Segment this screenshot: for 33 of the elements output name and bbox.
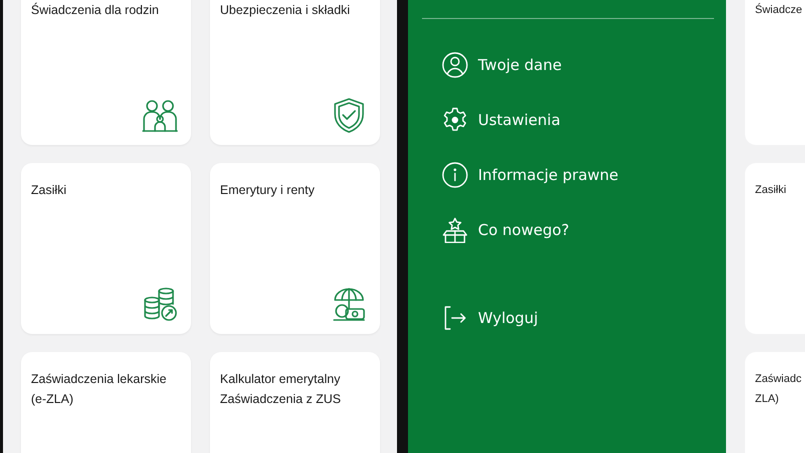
service-tile[interactable]: Zaświadc ZLA) (745, 352, 805, 453)
service-tile[interactable]: Zasiłki (745, 163, 805, 334)
service-tile[interactable]: Kalkulator emerytalny Zaświadczenia z ZUS (210, 352, 380, 453)
shield-check-icon (331, 97, 367, 133)
umbrella-coins-icon (331, 286, 367, 322)
tile-title: Zasiłki (755, 183, 788, 198)
tile-title: ZLA) (755, 392, 780, 407)
service-tile[interactable]: Zaświadczenia lekarskie (e-ZLA) (21, 352, 191, 453)
coin-stack-icon (142, 286, 178, 322)
settings-icon (442, 106, 468, 132)
info-icon (442, 162, 468, 188)
tile-title: Zaświadc (755, 372, 802, 387)
service-tile[interactable]: Świadczenia dla rodzin (21, 0, 191, 145)
tile-title: Zaświadczenia lekarskie (e-ZLA) (31, 371, 168, 408)
menu-item[interactable]: Informacje prawne (478, 166, 618, 184)
menu-item[interactable]: Co nowego? (478, 220, 570, 238)
logout-icon (442, 304, 468, 330)
service-tile[interactable]: Zasiłki (21, 163, 191, 334)
tile-title: Ubezpieczenia i składki (220, 2, 351, 19)
service-tile[interactable]: Świadcze (745, 0, 805, 145)
family-icon (142, 97, 178, 133)
menu-item[interactable]: Wyloguj (478, 308, 538, 326)
tile-title: Zasiłki (31, 182, 68, 199)
star-box-icon (442, 216, 468, 242)
tile-title: Świadcze (755, 2, 804, 18)
tile-title: Świadczenia dla rodzin (31, 2, 160, 19)
menu-item[interactable]: Ustawienia (478, 110, 560, 128)
tile-title: Emerytury i renty (220, 182, 316, 199)
tile-title: Kalkulator emerytalny Zaświadczenia z ZUS (220, 371, 342, 408)
user-icon (442, 52, 468, 78)
menu-item[interactable]: Twoje dane (478, 56, 562, 74)
service-tile[interactable]: Emerytury i renty (210, 163, 380, 334)
service-tile[interactable]: Ubezpieczenia i składki (210, 0, 380, 145)
